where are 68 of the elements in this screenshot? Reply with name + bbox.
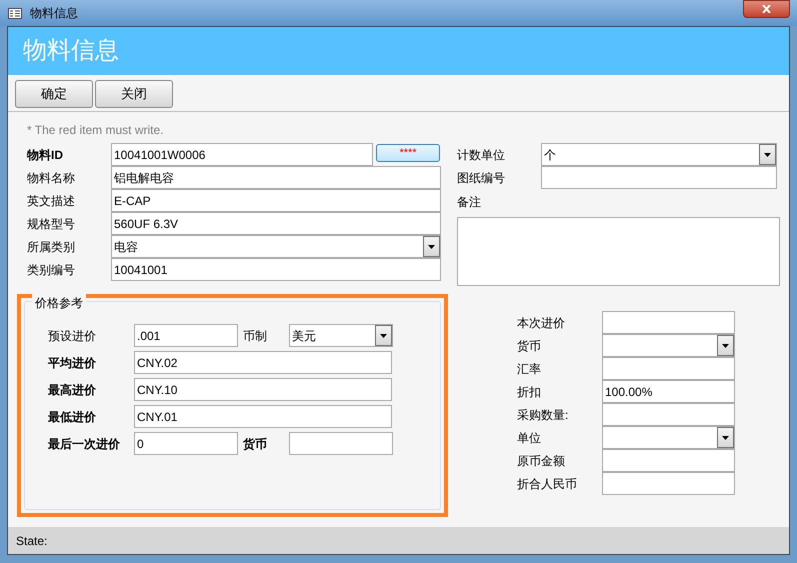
caret-icon bbox=[722, 436, 729, 440]
field-label: 英文描述 bbox=[27, 192, 76, 210]
field-label: 规格型号 bbox=[27, 216, 76, 232]
dropdown-button[interactable] bbox=[375, 325, 392, 346]
text-field[interactable] bbox=[602, 449, 735, 472]
caret-icon bbox=[428, 244, 435, 248]
text-field[interactable]: 铝电解电容 bbox=[111, 166, 441, 189]
toolbar-button[interactable]: 确定 bbox=[15, 80, 93, 108]
field-label: 平均进价 bbox=[48, 354, 97, 372]
field-label: 折扣 bbox=[517, 384, 542, 400]
field-label: 采购数量: bbox=[517, 406, 570, 424]
text-field[interactable] bbox=[602, 311, 735, 334]
text-field[interactable]: 100.00% bbox=[602, 380, 735, 403]
field-label: 类别编号 bbox=[27, 262, 76, 278]
text-field[interactable]: CNY.01 bbox=[134, 405, 392, 428]
field-label: 原币金额 bbox=[517, 452, 566, 470]
text-field[interactable] bbox=[602, 357, 735, 380]
status-text: State: bbox=[16, 532, 48, 550]
text-field[interactable]: 0 bbox=[134, 432, 238, 455]
dropdown-field[interactable] bbox=[602, 426, 735, 449]
text-field[interactable]: CNY.10 bbox=[134, 378, 392, 401]
dropdown-button[interactable] bbox=[759, 144, 776, 165]
dropdown-field[interactable] bbox=[602, 334, 735, 357]
close-icon bbox=[762, 5, 771, 13]
field-label: 预设进价 bbox=[48, 328, 97, 344]
field-label: 物料ID bbox=[27, 146, 64, 164]
close-button[interactable] bbox=[743, 0, 790, 18]
field-label: 货币 bbox=[517, 338, 542, 354]
group-title: 价格参考 bbox=[32, 294, 86, 312]
remarks-field[interactable] bbox=[457, 217, 780, 286]
dropdown-button[interactable] bbox=[423, 236, 440, 257]
text-field[interactable]: CNY.02 bbox=[134, 351, 392, 374]
text-field[interactable] bbox=[541, 166, 777, 189]
form-icon bbox=[8, 8, 22, 18]
hint-text: * The red item must write. bbox=[27, 122, 164, 139]
dropdown-field[interactable]: 个 bbox=[541, 143, 777, 166]
dropdown-field[interactable]: 电容 bbox=[111, 235, 441, 258]
caret-icon bbox=[380, 334, 387, 338]
form-title: 物料信息 bbox=[23, 36, 119, 66]
text-field[interactable]: 10041001 bbox=[111, 258, 441, 281]
dropdown-button[interactable] bbox=[717, 427, 734, 448]
text-field[interactable]: 10041001W0006 bbox=[111, 143, 373, 166]
field-label: 所属类别 bbox=[27, 238, 76, 256]
field-label: 汇率 bbox=[517, 360, 542, 378]
field-label: 币制 bbox=[243, 328, 268, 344]
field-label: 图纸编号 bbox=[457, 170, 506, 186]
text-field[interactable] bbox=[602, 472, 735, 495]
field-label: 最后一次进价 bbox=[48, 436, 121, 452]
text-field[interactable]: 560UF 6.3V bbox=[111, 212, 441, 235]
text-field[interactable]: E-CAP bbox=[111, 189, 441, 212]
text-field[interactable] bbox=[602, 403, 735, 426]
text-field[interactable] bbox=[289, 432, 393, 455]
dropdown-field[interactable]: 美元 bbox=[289, 324, 393, 347]
toolbar-button[interactable]: 关闭 bbox=[95, 80, 173, 108]
field-label: 最低进价 bbox=[48, 408, 97, 426]
field-label: 单位 bbox=[517, 430, 542, 446]
caret-icon bbox=[722, 344, 729, 348]
field-label: 货币 bbox=[243, 436, 268, 452]
caret-icon bbox=[764, 152, 771, 156]
dropdown-button[interactable] bbox=[717, 335, 734, 356]
field-label: 备注 bbox=[457, 194, 482, 211]
field-label: 物料名称 bbox=[27, 170, 76, 186]
field-label: 本次进价 bbox=[517, 314, 566, 332]
field-label: 折合人民币 bbox=[517, 476, 578, 492]
field-label: 最高进价 bbox=[48, 382, 97, 398]
text-field[interactable]: .001 bbox=[134, 324, 238, 347]
field-label: 计数单位 bbox=[457, 146, 506, 164]
window-title: 物料信息 bbox=[30, 5, 78, 22]
